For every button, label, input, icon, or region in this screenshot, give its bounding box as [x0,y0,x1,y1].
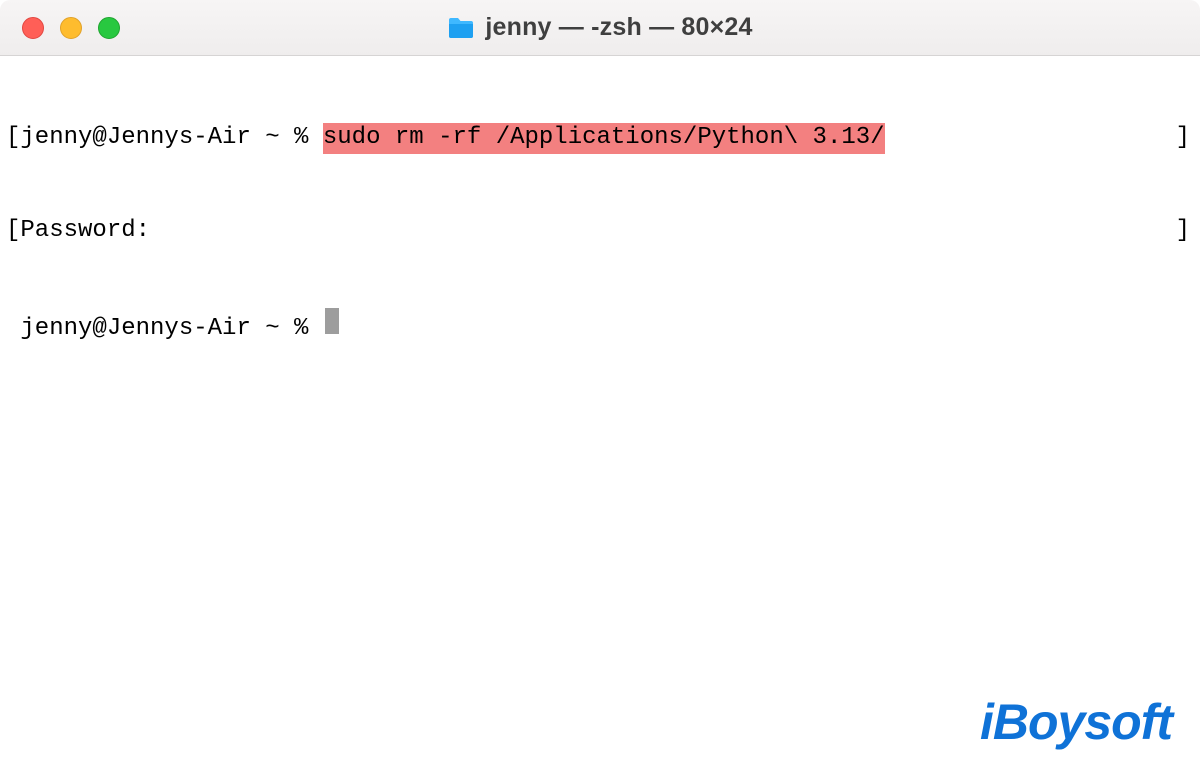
window-title: jenny — -zsh — 80×24 [0,13,1200,42]
prompt-1: jenny@Jennys-Air ~ % [20,123,322,154]
bracket-open: [ [6,123,20,154]
folder-icon [447,16,475,40]
bracket-close: ] [1176,216,1192,247]
minimize-button[interactable] [60,17,82,39]
terminal-body[interactable]: [jenny@Jennys-Air ~ % sudo rm -rf /Appli… [0,56,1200,772]
terminal-line-2: [Password: ] [6,216,1192,247]
terminal-window: jenny — -zsh — 80×24 [jenny@Jennys-Air ~… [0,0,1200,772]
traffic-lights [0,17,120,39]
titlebar[interactable]: jenny — -zsh — 80×24 [0,0,1200,56]
window-title-text: jenny — -zsh — 80×24 [485,13,752,42]
watermark-logo: iBoysoft [980,690,1172,754]
password-prompt: Password: [20,216,150,247]
prompt-2: jenny@Jennys-Air ~ % [20,314,322,345]
watermark-text: iBoysoft [980,690,1172,754]
terminal-line-3: [jenny@Jennys-Air ~ % [6,308,1192,345]
close-button[interactable] [22,17,44,39]
zoom-button[interactable] [98,17,120,39]
cursor-icon [325,308,339,334]
command-highlighted: sudo rm -rf /Applications/Python\ 3.13/ [323,123,885,154]
bracket-close: ] [1176,123,1192,154]
bracket-open: [ [6,216,20,247]
terminal-line-1: [jenny@Jennys-Air ~ % sudo rm -rf /Appli… [6,123,1192,154]
